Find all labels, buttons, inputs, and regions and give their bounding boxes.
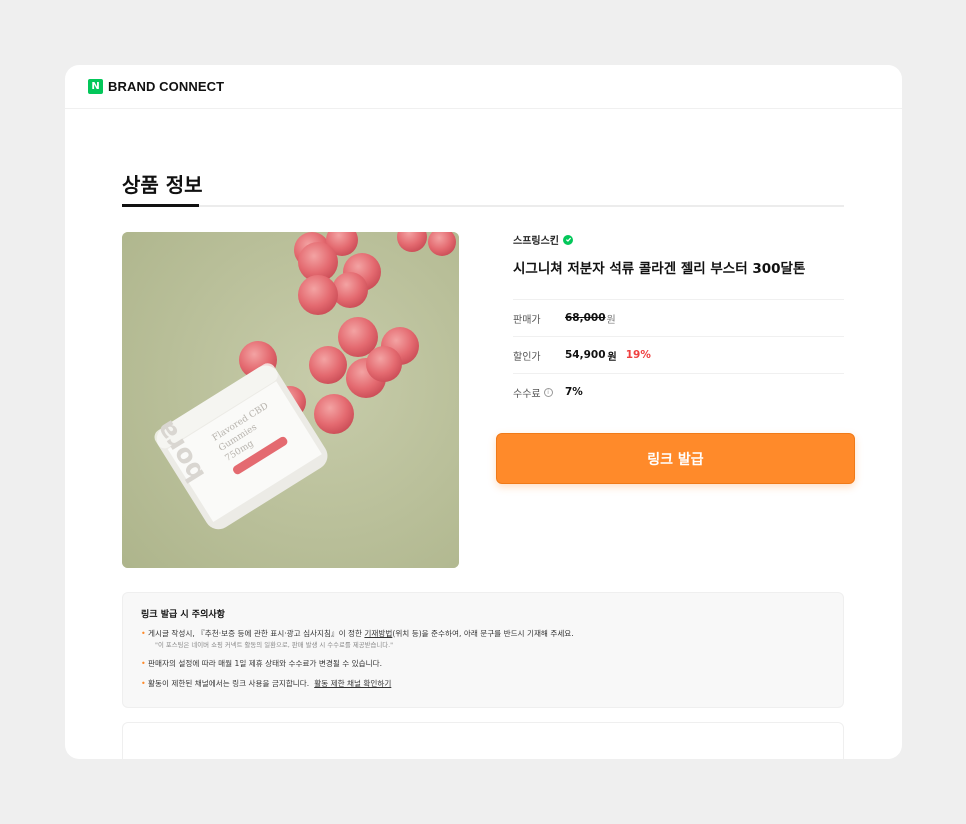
fee-value: 7% [565,386,583,398]
required-disclosure-text: "이 포스팅은 네이버 쇼핑 커넥트 활동의 일환으로, 판매 발생 시 수수료… [155,641,394,649]
fee-label: 수수료 [513,388,541,400]
sale-price-label: 할인가 [513,351,541,363]
active-tab-indicator [122,204,199,207]
seller-name[interactable]: 스프링스킨 [513,232,573,247]
restricted-channels-link[interactable]: 활동 제한 채널 확인하기 [314,679,391,688]
seller-label: 스프링스킨 [513,236,559,247]
naver-logo-icon[interactable]: N [88,79,103,94]
list-price-row: 판매가 68,000 원 [513,299,844,336]
product-image: bora Flavored CBD Gummies 750mg [122,232,459,568]
list-price-unit: 원 [606,314,616,326]
bullet-icon: • [141,659,146,668]
list-price-label: 판매가 [513,314,541,326]
writing-method-link[interactable]: 기재방법 [364,629,392,638]
sale-price-row: 할인가 54,900 원 19% [513,336,844,373]
notice-title: 링크 발급 시 주의사항 [141,610,225,620]
main-card: N BRAND CONNECT 상품 정보 bora Flavored CBD … [65,65,902,759]
verified-check-icon [563,234,573,245]
tab-divider [122,205,844,207]
lower-panel [122,722,844,759]
notice-item: • 판매자의 설정에 따라 매월 1일 제휴 상태와 수수료가 변경될 수 있습… [141,657,843,670]
notice-item: • 게시글 작성시, 『추천·보증 등에 관한 표시·광고 심사지침』이 정한 … [141,627,843,640]
fee-label-wrap: 수수료 i [513,385,565,400]
brand-connect-logo[interactable]: BRAND CONNECT [108,79,224,94]
notice-item2-text: 판매자의 설정에 따라 매월 1일 제휴 상태와 수수료가 변경될 수 있습니다… [148,659,382,668]
sale-price-value: 54,900 [565,349,606,361]
top-bar: N BRAND CONNECT [65,65,902,109]
sale-price-unit: 원 [607,351,617,363]
discount-rate: 19% [625,349,651,361]
notice-item3-text: 활동이 제한된 채널에서는 링크 사용을 금지합니다. [148,679,310,688]
issue-link-button[interactable]: 링크 발급 [496,433,855,484]
fee-row: 수수료 i 7% [513,373,844,410]
notice-item: • 활동이 제한된 채널에서는 링크 사용을 금지합니다. 활동 제한 채널 확인… [141,677,843,690]
notice-item1-text-post: (위치 등)을 준수하여, 아래 문구를 반드시 기재해 주세요. [392,629,574,638]
notice-box: 링크 발급 시 주의사항 • 게시글 작성시, 『추천·보증 등에 관한 표시·… [122,592,844,708]
product-name: 시그니쳐 저분자 석류 콜라겐 젤리 부스터 300달톤 [513,261,806,277]
list-price-value: 68,000 [565,312,606,324]
bullet-icon: • [141,679,146,688]
bullet-icon: • [141,629,146,638]
notice-item1-text: 게시글 작성시, 『추천·보증 등에 관한 표시·광고 심사지침』이 정한 [148,629,365,638]
price-table: 판매가 68,000 원 할인가 54,900 원 19% 수수료 i 7% [513,299,844,410]
page-title: 상품 정보 [122,173,203,197]
info-icon[interactable]: i [543,387,553,397]
